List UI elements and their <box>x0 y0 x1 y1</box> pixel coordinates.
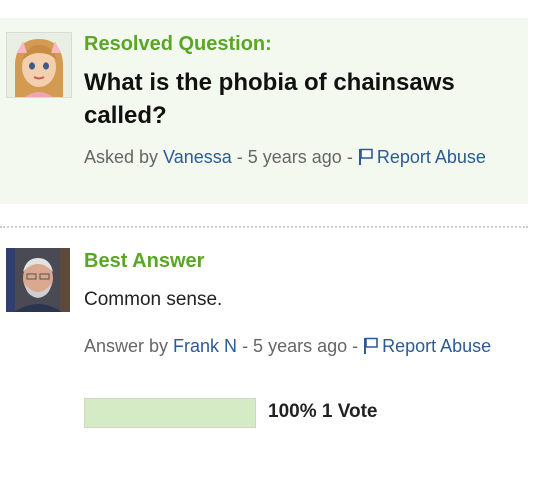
answer-time: - 5 years ago - <box>237 336 364 356</box>
section-divider <box>0 226 528 228</box>
asker-name-link[interactable]: Vanessa <box>163 147 232 167</box>
report-abuse-link[interactable]: Report Abuse <box>363 336 491 356</box>
flag-icon <box>364 337 378 354</box>
answerer-name-link[interactable]: Frank N <box>173 336 237 356</box>
cartoon-girl-avatar-icon <box>7 33 71 97</box>
best-answer-label: Best Answer <box>84 250 205 272</box>
question-title: What is the phobia of chainsaws called? <box>84 69 455 129</box>
resolved-question-label: Resolved Question: <box>84 33 272 55</box>
answer-meta: Answer by Frank N - 5 years ago - Report… <box>84 333 524 360</box>
vote-bar-fill <box>85 399 255 427</box>
answerer-avatar[interactable] <box>6 248 70 312</box>
flag-icon <box>358 148 373 165</box>
vote-count: 100% 1 Vote <box>268 401 378 422</box>
asker-avatar[interactable] <box>6 32 72 98</box>
answer-by-prefix: Answer by <box>84 336 174 356</box>
asked-by-prefix: Asked by <box>84 147 164 167</box>
vote-bar <box>84 398 256 428</box>
report-abuse-label[interactable]: Report Abuse <box>382 336 491 356</box>
answer-text: Common sense. <box>84 289 223 310</box>
question-time: - 5 years ago - <box>231 147 358 167</box>
man-photo-avatar-icon <box>6 248 70 312</box>
report-abuse-link[interactable]: Report Abuse <box>358 147 486 167</box>
question-meta: Asked by Vanessa - 5 years ago - Report … <box>84 144 524 171</box>
report-abuse-label[interactable]: Report Abuse <box>377 147 486 167</box>
